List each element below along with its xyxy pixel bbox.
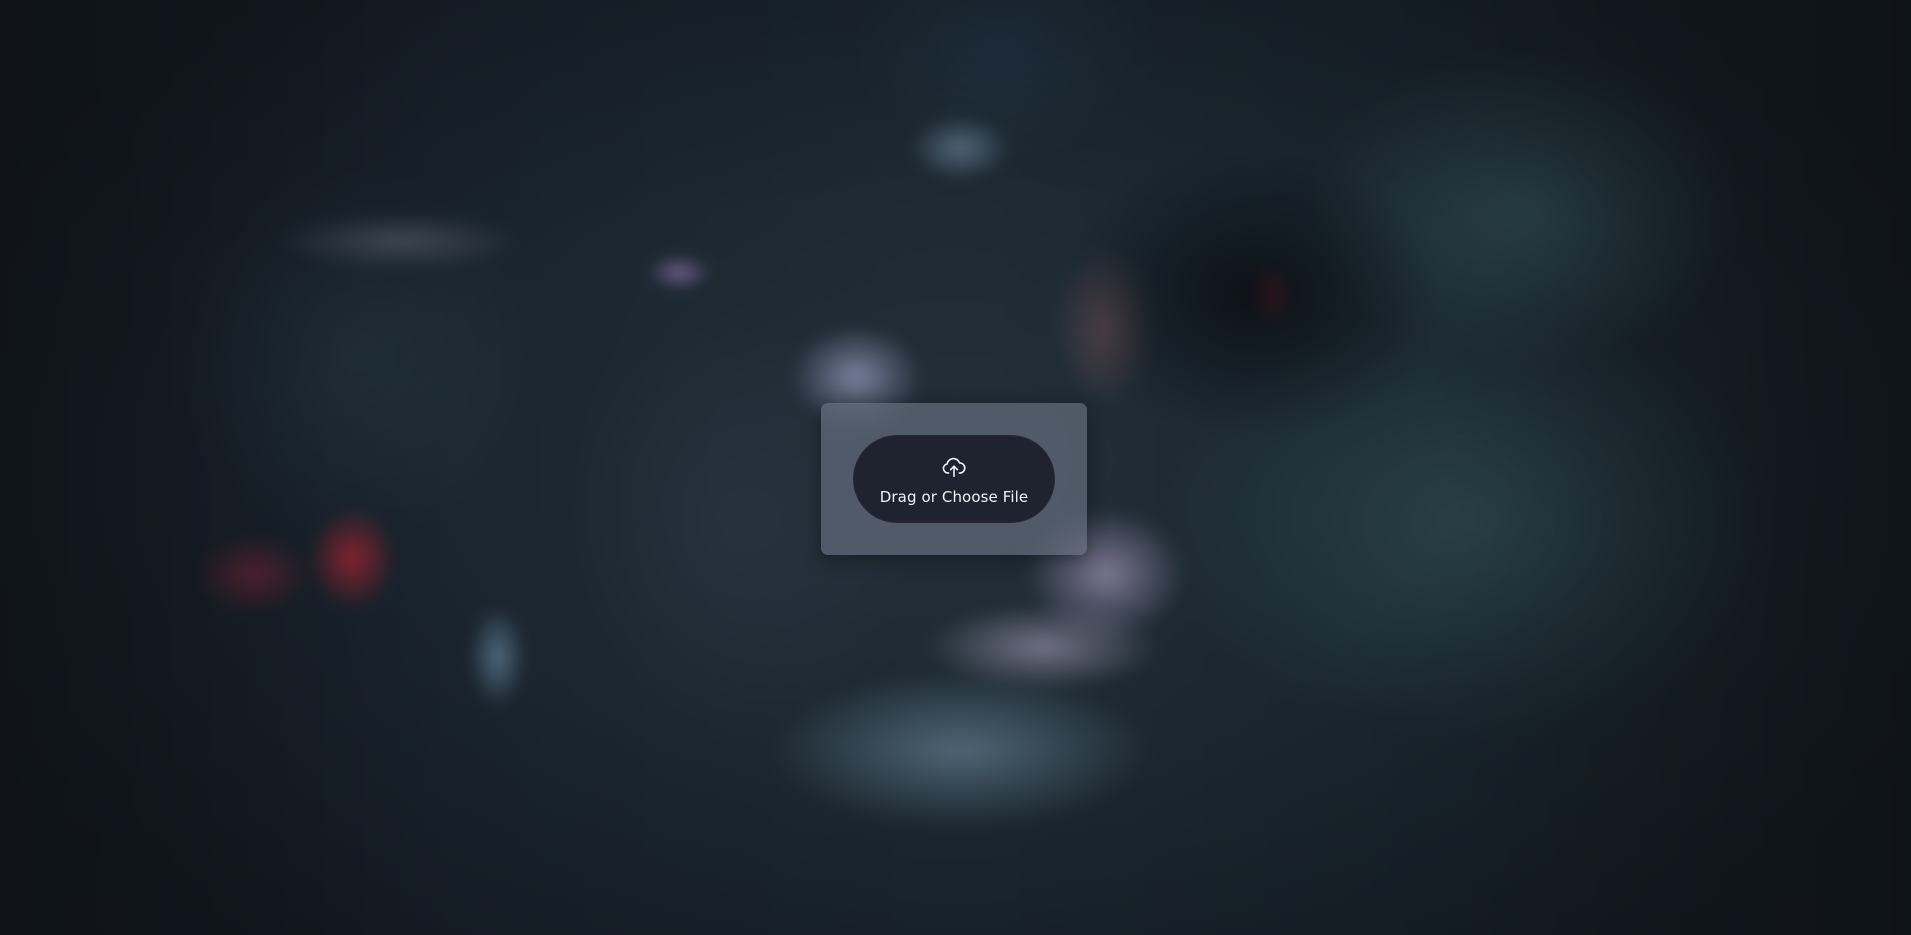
page: Drag or Choose File xyxy=(0,0,1911,935)
cloud-upload-icon xyxy=(942,457,966,478)
choose-file-button[interactable]: Drag or Choose File xyxy=(853,435,1055,523)
choose-file-label: Drag or Choose File xyxy=(879,488,1029,506)
upload-dropzone[interactable]: Drag or Choose File xyxy=(821,403,1087,555)
